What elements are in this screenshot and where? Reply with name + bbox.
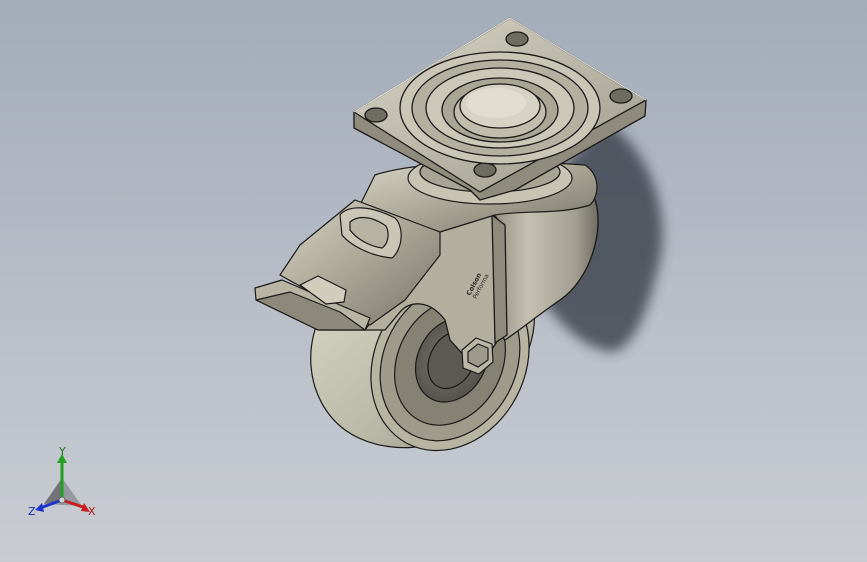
triad-label-z: Z [28,505,36,518]
fork-leg-face [491,214,508,344]
mount-hole-left [364,107,388,123]
mount-hole-top [505,31,529,47]
mount-hole-bottom [473,162,497,178]
orientation-triad[interactable]: Y Z X [24,446,108,530]
caster-3d-model[interactable]: Colson Performa [0,0,867,562]
graphics-viewport[interactable]: Colson Performa Y Z X [0,0,867,562]
triad-label-y: Y [59,445,66,458]
mount-hole-right [609,88,633,104]
triad-label-x: X [88,505,96,518]
